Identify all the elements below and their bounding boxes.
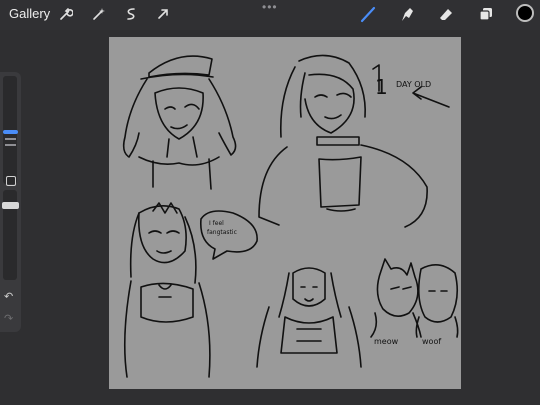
smudge-icon[interactable] [397,4,417,24]
annotation-text: DAY OLD [396,80,432,89]
layers-icon[interactable] [476,4,496,24]
annotation-number: 1 [375,75,388,99]
left-sidebar: ↶ ↷ [0,72,21,332]
more-options-icon[interactable]: ••• [262,0,278,14]
color-picker-swatch[interactable] [516,4,534,22]
label-woof: woof [422,337,442,346]
transform-arrow-icon[interactable] [153,4,173,24]
top-toolbar: Gallery ••• [0,0,540,30]
label-meow: meow [374,337,399,346]
wrench-icon[interactable] [56,4,76,24]
modify-button[interactable] [6,176,16,186]
speech-bubble-line1: I feel [209,220,224,227]
slider-mark [5,138,16,140]
drawing-canvas[interactable]: 1 DAY OLD I feel fangtastic meow woof [109,37,461,389]
undo-button[interactable]: ↶ [4,290,13,303]
redo-button[interactable]: ↷ [4,312,13,325]
speech-bubble-line2: fangtastic [207,229,237,236]
sketch-artwork [122,54,459,378]
gallery-button[interactable]: Gallery [9,6,50,21]
brush-size-handle[interactable] [3,130,18,134]
selection-icon[interactable] [121,4,141,24]
magic-wand-icon[interactable] [89,4,109,24]
eraser-icon[interactable] [436,4,456,24]
opacity-handle[interactable] [2,202,19,209]
brush-icon[interactable] [358,4,378,24]
slider-mark [5,144,16,146]
